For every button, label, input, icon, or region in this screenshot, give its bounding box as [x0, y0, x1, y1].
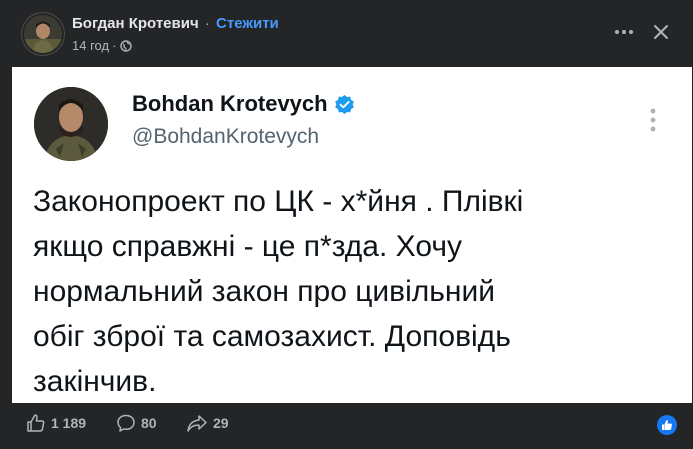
- thumbs-up-icon: [26, 413, 51, 433]
- tweet-card[interactable]: Bohdan Krotevych @BohdanKrotevych Законо…: [12, 67, 692, 403]
- comment-count: 80: [141, 415, 157, 431]
- post-header: Богдан Кротевич · Стежити 14 год ·: [0, 0, 693, 66]
- tweet-name-row: Bohdan Krotevych: [132, 91, 355, 117]
- author-avatar[interactable]: [24, 15, 62, 53]
- ellipsis-icon[interactable]: [610, 18, 638, 46]
- like-count: 1 189: [51, 415, 87, 431]
- share-stat[interactable]: 29: [186, 413, 229, 433]
- tweet-display-name: Bohdan Krotevych: [132, 91, 328, 116]
- follow-button[interactable]: Стежити: [216, 15, 279, 32]
- comment-icon: [116, 413, 141, 433]
- like-reaction-icon[interactable]: [657, 415, 677, 435]
- verified-badge-icon: [334, 94, 355, 115]
- post-time[interactable]: 14 год: [72, 38, 109, 53]
- share-count: 29: [213, 415, 229, 431]
- like-stat[interactable]: 1 189: [26, 413, 86, 433]
- vertical-dots-icon: [646, 105, 660, 135]
- post-meta: 14 год ·: [72, 38, 133, 53]
- share-icon: [186, 413, 213, 433]
- separator: ·: [204, 15, 210, 32]
- author-name[interactable]: Богдан Кротевич: [72, 15, 199, 32]
- close-icon[interactable]: [646, 17, 676, 47]
- post-footer: 1 189 80 29: [0, 403, 693, 449]
- globe-icon: [120, 39, 133, 52]
- tweet-handle: @BohdanKrotevych: [132, 125, 320, 148]
- meta-separator: ·: [112, 38, 117, 53]
- author-line: Богдан Кротевич · Стежити: [72, 15, 279, 32]
- tweet-avatar: [34, 87, 108, 161]
- comment-stat[interactable]: 80: [116, 413, 157, 433]
- tweet-text: Законопроект по ЦК - х*йня . Плівкі якщо…: [33, 185, 524, 398]
